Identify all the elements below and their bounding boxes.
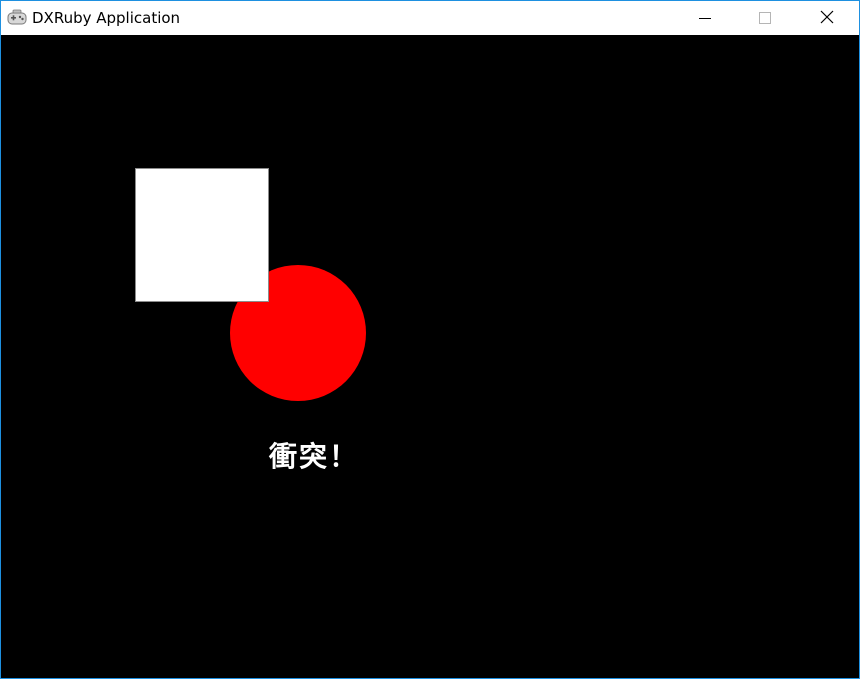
maximize-icon: [759, 9, 771, 28]
window-title: DXRuby Application: [32, 9, 181, 27]
app-window: DXRuby Application 衝突！: [0, 0, 860, 679]
minimize-icon: [699, 9, 711, 28]
minimize-button[interactable]: [675, 1, 735, 35]
white-square-sprite: [135, 168, 269, 302]
game-canvas[interactable]: 衝突！: [1, 35, 859, 678]
close-button[interactable]: [797, 1, 857, 35]
collision-message: 衝突！: [269, 440, 360, 473]
gamepad-icon: [7, 9, 27, 27]
title-bar[interactable]: DXRuby Application: [1, 1, 859, 35]
close-icon: [820, 9, 834, 28]
maximize-button[interactable]: [735, 1, 795, 35]
